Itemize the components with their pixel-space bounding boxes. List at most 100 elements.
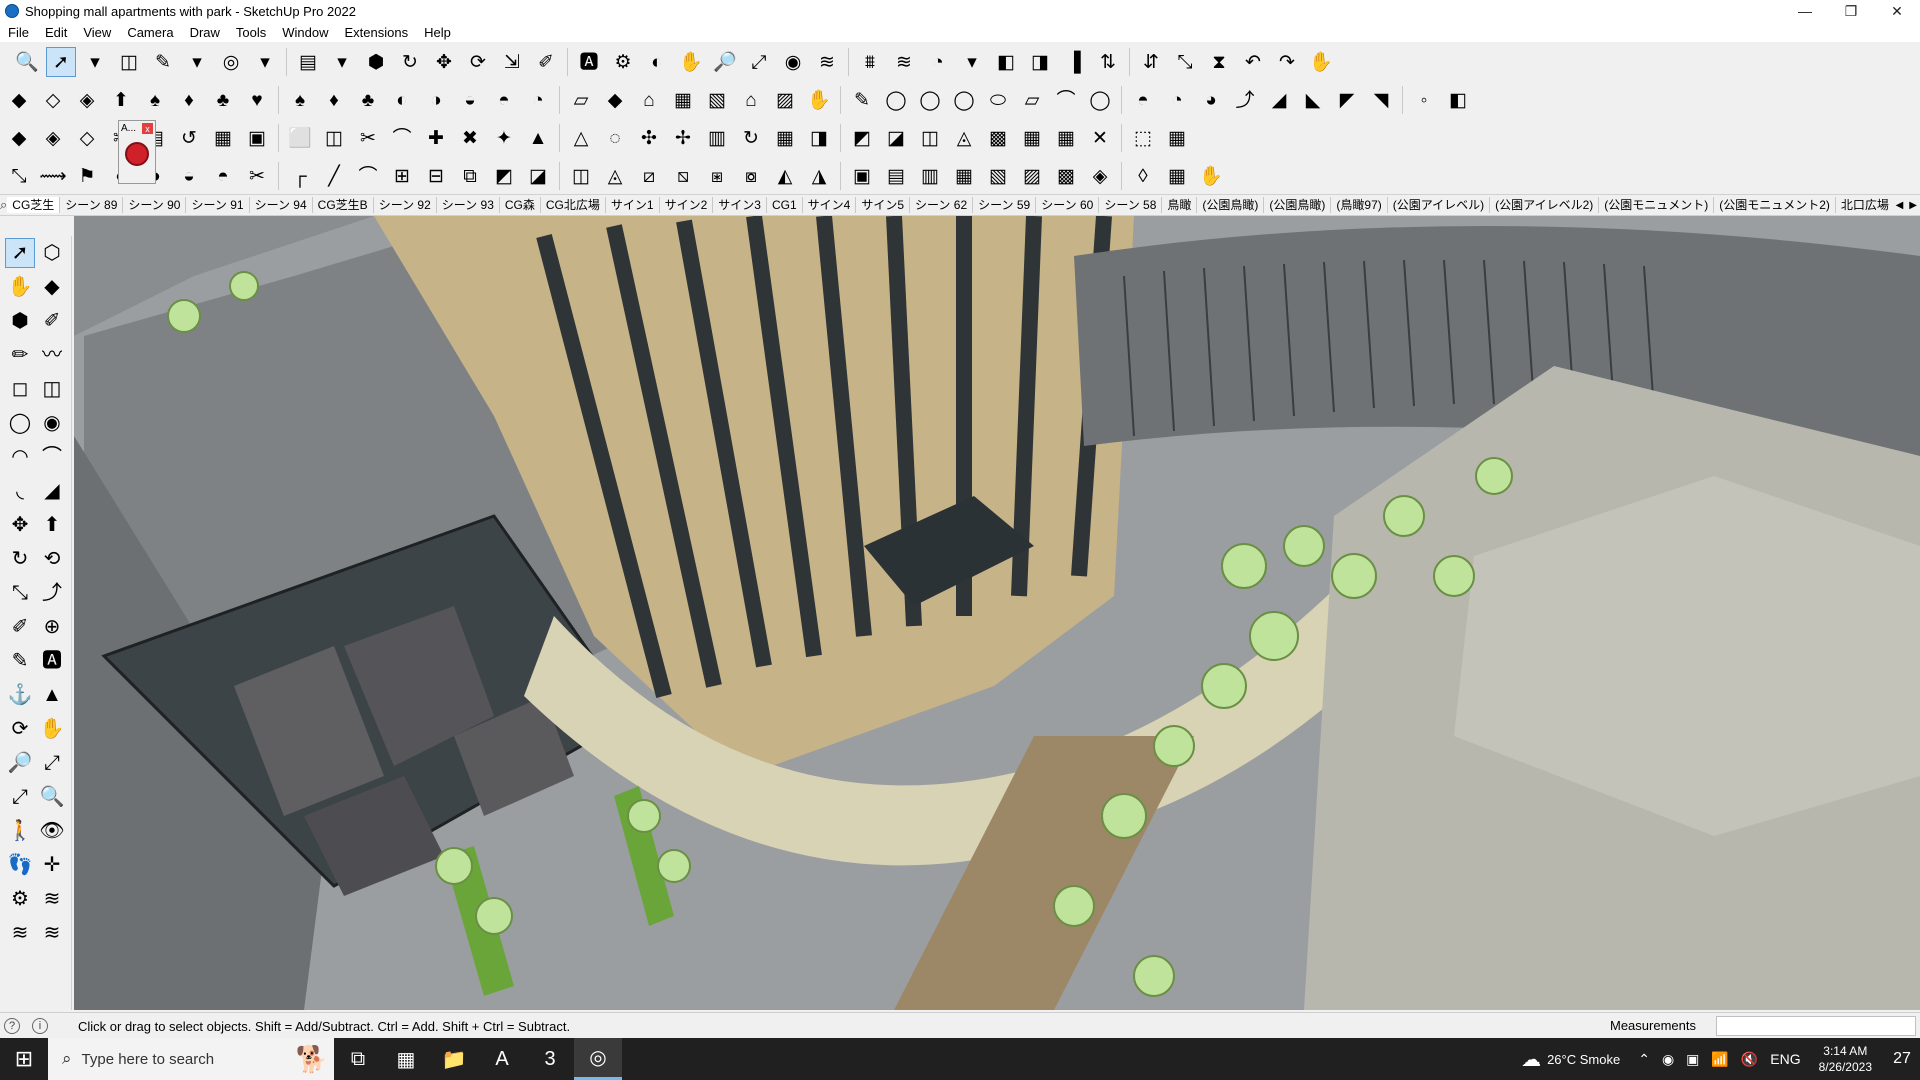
toolbar-2-tool-27-icon[interactable]: ◯ (915, 85, 945, 115)
toolbar-1-tool-23-icon[interactable]: ◉ (778, 47, 808, 77)
toolbar-4-tool-24-icon[interactable]: ◮ (804, 161, 834, 191)
large-tool-35-icon[interactable]: 🚶 (5, 816, 35, 846)
notifications-button[interactable]: 27 (1884, 1038, 1920, 1080)
toolbar-3-tool-21-icon[interactable]: ▥ (702, 123, 732, 153)
maximize-button[interactable]: ❐ (1828, 0, 1874, 22)
toolbar-4-tool-23-icon[interactable]: ◭ (770, 161, 800, 191)
toolbar-1-tool-27-icon[interactable]: ◔ (923, 47, 953, 77)
menu-file[interactable]: File (0, 25, 37, 40)
minimize-button[interactable]: — (1782, 0, 1828, 22)
large-tool-16-icon[interactable]: ◢ (37, 476, 67, 506)
toolbar-1-tool-10-icon[interactable]: ▾ (327, 47, 357, 77)
large-tool-17-icon[interactable]: ✥ (5, 510, 35, 540)
toolbar-2-tool-25-icon[interactable]: ✎ (847, 85, 877, 115)
scene-tab[interactable]: サイン3 (713, 197, 767, 213)
menu-help[interactable]: Help (416, 25, 459, 40)
toolbar-4-tool-31-icon[interactable]: ▩ (1051, 161, 1081, 191)
menu-edit[interactable]: Edit (37, 25, 75, 40)
scene-tab[interactable]: サイン4 (803, 197, 857, 213)
scene-tab[interactable]: (公園モニュメント2) (1714, 197, 1836, 213)
close-button[interactable]: ✕ (1874, 0, 1920, 22)
toolbar-1-tool-2-icon[interactable]: ➚ (46, 47, 76, 77)
large-tool-20-icon[interactable]: ⟲ (37, 544, 67, 574)
tray-volume-icon[interactable]: 🔇 (1741, 1051, 1758, 1068)
large-tool-34-icon[interactable]: 🔍 (37, 782, 67, 812)
scene-tab[interactable]: 鳥瞰 (1162, 197, 1198, 213)
toolbar-1-tool-33-icon[interactable]: ⇵ (1136, 47, 1166, 77)
menu-view[interactable]: View (75, 25, 119, 40)
scene-tab[interactable]: シーン 58 (1099, 197, 1163, 213)
toolbar-3-tool-6-icon[interactable]: ↺ (174, 123, 204, 153)
toolbar-2-tool-21-icon[interactable]: ▧ (702, 85, 732, 115)
toolbar-2-tool-22-icon[interactable]: ⌂ (736, 85, 766, 115)
large-tool-40-icon[interactable]: ≋ (37, 884, 67, 914)
toolbar-2-tool-9-icon[interactable]: ♠ (285, 85, 315, 115)
file-explorer-icon[interactable]: 📁 (430, 1038, 478, 1080)
3ds-max-app-icon[interactable]: 3 (526, 1038, 574, 1080)
toolbar-4-tool-2-icon[interactable]: ⟿ (38, 161, 68, 191)
toolbar-3-tool-25-icon[interactable]: ◩ (847, 123, 877, 153)
large-tool-3-icon[interactable]: ✋ (5, 272, 35, 302)
toolbar-4-tool-25-icon[interactable]: ▣ (847, 161, 877, 191)
tray-battery-icon[interactable]: ▣ (1686, 1051, 1699, 1068)
toolbar-4-tool-16-icon[interactable]: ◪ (523, 161, 553, 191)
toolbar-1-tool-5-icon[interactable]: ✎ (148, 47, 178, 77)
large-tool-42-icon[interactable]: ≋ (37, 918, 67, 948)
toolbar-2-tool-32-icon[interactable]: ◯ (1085, 85, 1115, 115)
large-tool-31-icon[interactable]: 🔎 (5, 748, 35, 778)
scene-tab[interactable]: (公園モニュメント) (1599, 197, 1715, 213)
toolbar-2-tool-2-icon[interactable]: ◇ (38, 85, 68, 115)
toolbar-3-tool-13-icon[interactable]: ✚ (421, 123, 451, 153)
toolbar-2-tool-3-icon[interactable]: ◈ (72, 85, 102, 115)
toolbar-3-tool-7-icon[interactable]: ▦ (208, 123, 238, 153)
acrobat-app-icon[interactable]: A (478, 1038, 526, 1080)
scene-tab[interactable]: CG森 (500, 197, 541, 213)
toolbar-1-tool-32-icon[interactable]: ⇅ (1093, 47, 1123, 77)
toolbar-4-tool-29-icon[interactable]: ▧ (983, 161, 1013, 191)
toolbar-1-tool-16-icon[interactable]: ✐ (531, 47, 561, 77)
toolbar-4-tool-9-icon[interactable]: ┌ (285, 161, 315, 191)
scene-tab[interactable]: (公園鳥瞰) (1264, 197, 1332, 213)
large-tool-9-icon[interactable]: ◻ (5, 374, 35, 404)
scene-tab[interactable]: サイン5 (856, 197, 911, 213)
toolbar-3-tool-18-icon[interactable]: ◌ (600, 123, 630, 153)
scene-tab[interactable]: CG1 (767, 197, 803, 213)
windows-start-icon[interactable]: ⊞ (0, 1038, 48, 1080)
toolbar-3-tool-14-icon[interactable]: ✖ (455, 123, 485, 153)
toolbar-3-tool-20-icon[interactable]: ✢ (668, 123, 698, 153)
toolbar-4-tool-7-icon[interactable]: ◓ (208, 161, 238, 191)
toolbar-1-tool-20-icon[interactable]: ✋ (676, 47, 706, 77)
toolbar-1-tool-25-icon[interactable]: ⩩ (855, 47, 885, 77)
toolbar-1-tool-31-icon[interactable]: ▐ (1059, 47, 1089, 77)
toolbar-4-tool-10-icon[interactable]: ╱ (319, 161, 349, 191)
toolbar-4-tool-11-icon[interactable]: ⌒ (353, 161, 383, 191)
toolbar-4-tool-15-icon[interactable]: ◩ (489, 161, 519, 191)
toolbar-4-tool-3-icon[interactable]: ⚑ (72, 161, 102, 191)
scene-tab[interactable]: シーン 59 (973, 197, 1037, 213)
scene-search-icon[interactable]: ⌕ (0, 197, 7, 213)
toolbar-2-tool-37-icon[interactable]: ◢ (1264, 85, 1294, 115)
toolbar-3-tool-29-icon[interactable]: ▩ (983, 123, 1013, 153)
scene-tab[interactable]: CG芝生 (7, 197, 61, 213)
toolbar-1-tool-7-icon[interactable]: ◎ (216, 47, 246, 77)
toolbar-1-tool-13-icon[interactable]: ✥ (429, 47, 459, 77)
large-tool-29-icon[interactable]: ⟳ (5, 714, 35, 744)
scene-tab[interactable]: (公園鳥瞰) (1197, 197, 1265, 213)
toolbar-2-tool-30-icon[interactable]: ▱ (1017, 85, 1047, 115)
toolbar-2-tool-35-icon[interactable]: ◕ (1196, 85, 1226, 115)
calculator-app-icon[interactable]: ▦ (382, 1038, 430, 1080)
toolbar-3-tool-19-icon[interactable]: ✣ (634, 123, 664, 153)
menu-extensions[interactable]: Extensions (337, 25, 417, 40)
large-tool-19-icon[interactable]: ↻ (5, 544, 35, 574)
toolbar-1-tool-21-icon[interactable]: 🔎 (710, 47, 740, 77)
large-tool-10-icon[interactable]: ◫ (37, 374, 67, 404)
floating-toolbar-popup[interactable]: A... x (118, 120, 156, 184)
scene-prev-arrow[interactable]: ◀ (1893, 200, 1907, 211)
toolbar-2-tool-13-icon[interactable]: ◑ (421, 85, 451, 115)
measurements-box[interactable] (1716, 1016, 1916, 1036)
large-tool-11-icon[interactable]: ◯ (5, 408, 35, 438)
toolbar-3-tool-11-icon[interactable]: ✂ (353, 123, 383, 153)
scene-tab[interactable]: シーン 93 (437, 197, 500, 213)
toolbar-3-tool-33-icon[interactable]: ⬚ (1128, 123, 1158, 153)
toolbar-2-tool-31-icon[interactable]: ⌒ (1051, 85, 1081, 115)
